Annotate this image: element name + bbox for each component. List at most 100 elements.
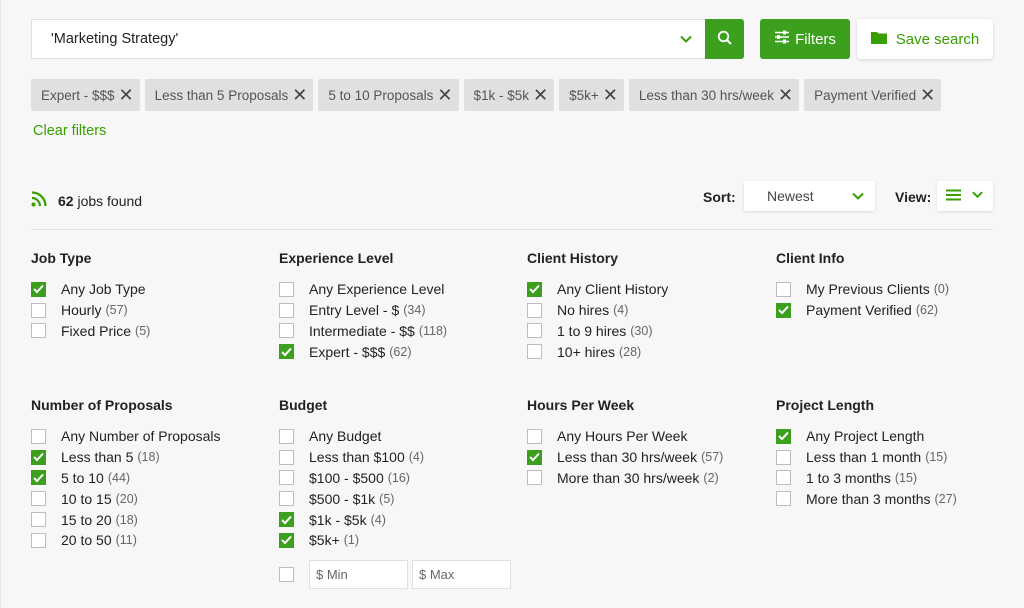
filter-option[interactable]: Any Number of Proposals [31,426,271,447]
results-count-text: 62 jobs found [58,193,142,209]
checkbox[interactable] [279,281,294,297]
checkbox[interactable] [279,428,294,444]
budget-max-input[interactable] [412,559,511,589]
search-button[interactable] [705,19,744,59]
filter-option[interactable]: $500 - $1k (5) [279,488,519,509]
filter-chip: Less than 30 hrs/week ✕ [628,79,800,111]
filter-option[interactable]: No hires (4) [527,300,767,321]
filter-option[interactable]: 15 to 20 (18) [31,509,271,530]
filter-option[interactable]: 10 to 15 (20) [31,488,271,509]
checkbox[interactable] [776,449,791,465]
checkbox[interactable] [527,323,542,339]
filter-group-title: Number of Proposals [31,397,173,413]
sort-dropdown[interactable]: Newest [744,181,875,211]
checkbox-checked[interactable] [31,470,46,486]
filter-option[interactable]: Fixed Price (5) [31,321,271,342]
filter-option[interactable]: Less than $100 (4) [279,447,519,468]
close-icon[interactable]: ✕ [437,86,452,104]
close-icon[interactable]: ✕ [920,86,935,104]
checkbox[interactable] [776,491,791,507]
checkbox[interactable] [527,470,542,486]
checkbox[interactable] [527,344,542,360]
save-search-button[interactable]: Save search [857,19,993,59]
checkbox[interactable] [31,491,46,507]
close-icon[interactable]: ✕ [292,86,307,104]
checkbox[interactable] [279,491,294,507]
checkbox[interactable] [31,323,46,339]
checkbox[interactable] [527,428,542,444]
filter-option[interactable]: Less than 5 (18) [31,447,271,468]
filter-option[interactable]: Any Client History [527,279,767,300]
search-bar: 'Marketing Strategy' [31,19,744,59]
filter-option[interactable]: 20 to 50 (11) [31,530,271,551]
rss-icon[interactable] [31,191,47,210]
checkbox[interactable] [31,302,46,318]
checkbox[interactable] [31,512,46,528]
filter-option[interactable]: More than 3 months (27) [776,488,1016,509]
checkbox-checked[interactable] [776,428,791,444]
close-icon[interactable]: ✕ [533,86,548,104]
filter-option[interactable]: Any Job Type [31,279,271,300]
filter-option-count: (28) [618,344,642,359]
close-icon[interactable]: ✕ [119,86,134,104]
chip-label: Payment Verified [814,87,917,103]
results-count: 62 [58,192,74,209]
checkbox[interactable] [527,302,542,318]
checkbox[interactable] [279,302,294,318]
checkbox-checked[interactable] [279,344,294,360]
checkbox-checked[interactable] [527,281,542,297]
filter-option[interactable]: 1 to 9 hires (30) [527,321,767,342]
checkbox-checked[interactable] [279,512,294,528]
clear-filters-link[interactable]: Clear filters [33,123,106,139]
search-input[interactable]: 'Marketing Strategy' [31,19,705,59]
filter-option[interactable]: Any Hours Per Week [527,426,767,447]
filter-option-count: (20) [115,491,138,506]
filter-option[interactable]: More than 30 hrs/week (2) [527,468,767,489]
filter-option[interactable]: Any Experience Level [279,279,519,300]
checkbox[interactable] [31,428,46,444]
filter-option[interactable]: Less than 30 hrs/week (57) [527,447,767,468]
checkbox[interactable] [279,566,294,582]
checkbox[interactable] [776,470,791,486]
checkbox-checked[interactable] [279,532,294,548]
close-icon[interactable]: ✕ [778,86,793,104]
checkbox[interactable] [279,449,294,465]
budget-min-input[interactable] [309,559,408,589]
filter-option[interactable]: Payment Verified (62) [776,300,1016,321]
filter-option[interactable]: My Previous Clients (0) [776,279,1016,300]
filter-option[interactable]: 5 to 10 (44) [31,468,271,489]
chip-label: Less than 5 Proposals [154,87,289,103]
filter-chip: Less than 5 Proposals ✕ [144,79,314,111]
filter-option[interactable]: Less than 1 month (15) [776,447,1016,468]
checkbox-checked[interactable] [527,449,542,465]
chip-label: Less than 30 hrs/week [638,87,774,103]
checkbox[interactable] [31,532,46,548]
filter-option[interactable]: Any Project Length [776,426,1016,447]
filter-option[interactable]: Hourly (57) [31,300,271,321]
filter-option[interactable]: Any Budget [279,426,519,447]
view-dropdown[interactable] [937,181,993,211]
checkbox-checked[interactable] [31,449,46,465]
filter-option[interactable]: $1k - $5k (4) [279,509,519,530]
checkbox-checked[interactable] [776,302,791,318]
checkbox[interactable] [776,281,791,297]
filter-group-job-type: Job Type Any Job Type Hourly (57) Fixed Pric… [31,250,271,341]
filter-option-label: Any Project Length [806,428,925,445]
filter-option-label: $500 - $1k [309,490,376,507]
filter-option[interactable]: Intermediate - $$ (118) [279,321,519,342]
filter-group-title: Experience Level [279,250,394,266]
filter-option[interactable]: 1 to 3 months (15) [776,468,1016,489]
filters-button[interactable]: Filters [760,19,850,59]
filter-chip: 5 to 10 Proposals ✕ [318,79,459,111]
filter-option[interactable]: Expert - $$$ (62) [279,341,519,362]
chevron-down-icon[interactable] [679,32,693,50]
filter-option[interactable]: 10+ hires (28) [527,341,767,362]
checkbox[interactable] [279,323,294,339]
filter-option[interactable]: $100 - $500 (16) [279,468,519,489]
close-icon[interactable]: ✕ [603,86,618,104]
filter-option[interactable]: $5k+ (1) [279,530,519,551]
checkbox[interactable] [279,470,294,486]
filter-option[interactable]: Entry Level - $ (34) [279,300,519,321]
checkbox-checked[interactable] [31,281,46,297]
search-icon [717,30,733,49]
